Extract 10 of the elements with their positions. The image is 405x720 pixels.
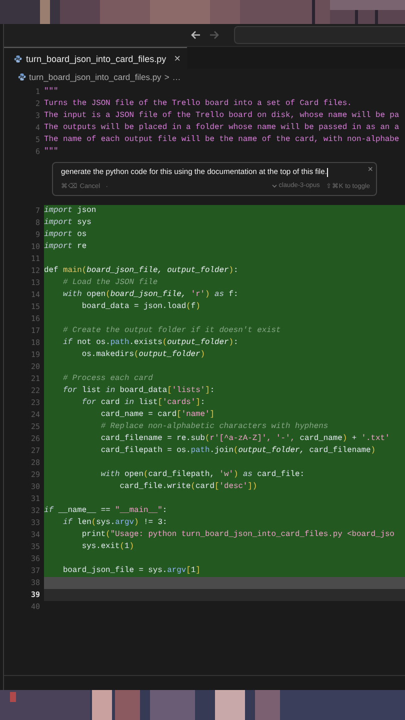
chevron-down-icon xyxy=(272,184,277,188)
breadcrumb-item[interactable]: turn_board_json_into_card_files.py xyxy=(29,72,162,82)
close-tab-button[interactable]: × xyxy=(170,52,181,64)
python-file-icon xyxy=(18,73,26,81)
breadcrumb-item[interactable]: … xyxy=(172,72,181,82)
python-file-icon xyxy=(14,54,22,62)
back-button[interactable] xyxy=(190,29,202,41)
breadcrumb-separator: > xyxy=(164,72,170,82)
search-field[interactable] xyxy=(234,26,405,44)
close-button[interactable]: × xyxy=(368,164,373,174)
